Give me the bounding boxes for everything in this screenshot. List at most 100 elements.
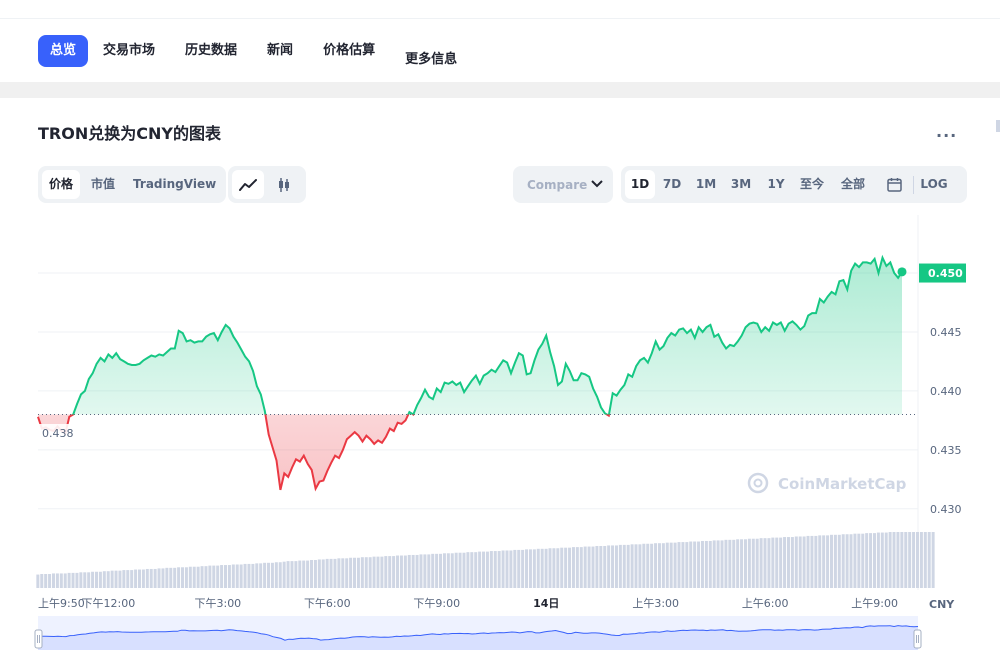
range-ytd[interactable]: 至今 <box>793 170 831 199</box>
volume-bar <box>669 542 673 588</box>
chevron-down-icon <box>591 180 603 188</box>
volume-bar <box>302 560 306 588</box>
volume-bar <box>661 543 665 588</box>
range-1d[interactable]: 1D <box>625 170 655 199</box>
volume-bar <box>568 547 572 588</box>
compare-label: Compare with <box>527 177 587 192</box>
volume-bar <box>165 567 169 588</box>
tab-historical-data[interactable]: 历史数据 <box>170 35 252 67</box>
tab-overview[interactable]: 总览 <box>38 35 89 67</box>
tab-markets[interactable]: 交易市场 <box>88 35 170 67</box>
compare-dropdown[interactable]: Compare with <box>513 166 613 203</box>
volume-bar <box>231 564 235 588</box>
volume-bar <box>188 566 192 588</box>
range-all[interactable]: 全部 <box>831 170 875 199</box>
price-chart[interactable]: 0.4500.4450.4400.4350.430 CoinMarketCap … <box>0 200 1000 650</box>
x-tick-label: 上午6:00 <box>742 597 789 610</box>
calendar-icon[interactable] <box>875 170 913 199</box>
section-divider <box>0 82 1000 98</box>
volume-bar <box>106 571 110 588</box>
volume-bar <box>642 543 646 588</box>
volume-bar <box>806 535 810 588</box>
volume-bar <box>278 562 282 588</box>
volume-bar <box>775 537 779 588</box>
volume-bars <box>36 532 935 588</box>
volume-bar <box>779 537 783 588</box>
volume-bar <box>310 560 314 588</box>
volume-bar <box>298 560 302 588</box>
volume-bar <box>771 537 775 588</box>
volume-bar <box>216 565 220 588</box>
volume-bar <box>763 538 767 588</box>
volume-bar <box>622 544 626 588</box>
volume-bar <box>892 532 896 588</box>
x-tick-label: 下午12:00 <box>82 597 136 610</box>
volume-bar <box>313 560 317 588</box>
volume-bar <box>83 572 87 588</box>
range-navigator[interactable] <box>34 616 922 650</box>
candlestick-icon[interactable] <box>268 170 300 199</box>
range-1m[interactable]: 1M <box>689 170 723 199</box>
volume-bar <box>251 563 255 588</box>
tab-news[interactable]: 新闻 <box>252 35 308 67</box>
volume-bar <box>462 552 466 588</box>
volume-bar <box>403 555 407 588</box>
range-7d[interactable]: 7D <box>655 170 689 199</box>
volume-bar <box>724 539 728 588</box>
tab-price[interactable]: 价格 <box>42 170 81 199</box>
line-chart-icon[interactable] <box>232 170 264 199</box>
volume-bar <box>204 566 208 588</box>
watermark-text: CoinMarketCap <box>778 475 907 493</box>
volume-bar <box>865 533 869 588</box>
navigator-handle-left[interactable] <box>34 629 43 649</box>
tab-market-cap[interactable]: 市值 <box>84 170 122 199</box>
volume-bar <box>493 551 497 588</box>
volume-bar <box>474 552 478 588</box>
log-scale-button[interactable]: LOG <box>914 170 954 199</box>
x-tick-label: 上午9:00 <box>851 597 898 610</box>
top-border <box>0 18 1000 19</box>
volume-bar <box>665 542 669 588</box>
current-price-label: 0.450 <box>919 263 966 283</box>
volume-bar <box>270 562 274 588</box>
volume-bar <box>396 555 400 588</box>
range-3m[interactable]: 3M <box>723 170 759 199</box>
tab-price-estimate[interactable]: 价格估算 <box>308 35 390 67</box>
chart-type-toggle: 价格 市值 TradingView <box>38 166 226 203</box>
volume-bar <box>693 541 697 588</box>
volume-bar <box>267 562 271 588</box>
navigator-handle-right[interactable] <box>913 629 922 649</box>
x-tick-label: 下午9:00 <box>413 597 460 610</box>
x-tick-label: 上午9:50 <box>38 597 85 610</box>
volume-bar <box>849 534 853 588</box>
volume-bar <box>614 545 618 588</box>
volume-bar <box>145 568 149 588</box>
volume-bar <box>368 557 372 588</box>
tab-tradingview[interactable]: TradingView <box>126 170 223 199</box>
volume-bar <box>40 574 44 588</box>
volume-bar <box>372 556 376 588</box>
volume-bar <box>44 574 48 588</box>
y-tick-label: 0.430 <box>930 503 962 516</box>
volume-bar <box>681 542 685 588</box>
volume-bar <box>923 532 927 588</box>
range-1y[interactable]: 1Y <box>759 170 793 199</box>
volume-bar <box>220 565 224 588</box>
volume-bar <box>482 551 486 588</box>
volume-bar <box>138 569 141 588</box>
volume-bar <box>931 532 935 588</box>
volume-bar <box>915 532 919 588</box>
volume-bar <box>556 548 560 588</box>
volume-bar <box>435 553 439 588</box>
more-options-icon[interactable]: ... <box>936 122 957 141</box>
volume-bar <box>114 570 118 588</box>
volume-bar <box>384 556 388 588</box>
volume-bar <box>454 552 458 588</box>
x-axis: 上午9:50下午12:00 下午3:00 下午6:00 下午9:00 14日 上午3:00… <box>38 597 898 610</box>
volume-bar <box>896 532 900 588</box>
volume-bar <box>184 567 188 588</box>
volume-bar <box>67 572 71 588</box>
volume-bar <box>595 546 599 588</box>
x-tick-label: 上午3:00 <box>632 597 679 610</box>
tab-more-info[interactable]: 更多信息 <box>390 44 472 76</box>
